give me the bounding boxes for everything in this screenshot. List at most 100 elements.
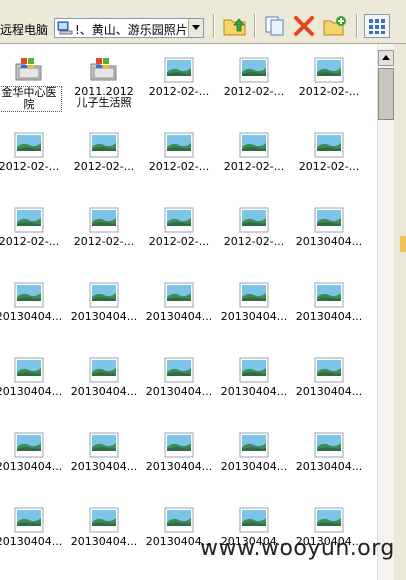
scroll-up-button[interactable] xyxy=(378,50,394,66)
file-label: 20130404... xyxy=(70,460,138,473)
file-label: 2012-02-... xyxy=(298,160,360,173)
image-file-icon xyxy=(89,507,119,533)
delete-button[interactable] xyxy=(291,14,317,38)
path-text: !、黄山、游乐园照片 xyxy=(75,23,187,37)
image-file-icon xyxy=(89,282,119,308)
image-file-item[interactable]: 20130404... xyxy=(294,431,364,473)
image-file-icon xyxy=(314,507,344,533)
image-file-item[interactable]: 20130404... xyxy=(0,431,64,473)
file-label: 20130404... xyxy=(0,460,63,473)
file-label: 2012-02-... xyxy=(73,160,135,173)
image-file-item[interactable]: 20130404... xyxy=(69,356,139,398)
image-file-icon xyxy=(239,357,269,383)
view-mode-button[interactable] xyxy=(364,14,390,38)
image-file-item[interactable]: 2012-02-... xyxy=(219,206,289,248)
image-file-icon xyxy=(14,132,44,158)
image-file-item[interactable]: 2012-02-... xyxy=(219,131,289,173)
image-file-item[interactable]: 2012-02-... xyxy=(219,56,289,98)
image-file-icon xyxy=(239,507,269,533)
chevron-up-icon xyxy=(382,55,390,60)
file-label: 20130404... xyxy=(145,310,213,323)
copy-button[interactable] xyxy=(262,14,288,38)
image-file-icon xyxy=(314,432,344,458)
dropdown-button[interactable] xyxy=(188,19,203,37)
image-file-icon xyxy=(239,207,269,233)
up-folder-icon xyxy=(223,18,246,36)
image-file-icon xyxy=(89,357,119,383)
image-file-item[interactable]: 20130404... xyxy=(219,356,289,398)
file-label: 20130404... xyxy=(0,310,63,323)
folder-item[interactable]: 金华中心医院 xyxy=(0,56,64,112)
file-label: 2012-02-... xyxy=(0,160,60,173)
image-file-icon xyxy=(164,132,194,158)
up-folder-button[interactable] xyxy=(222,14,248,38)
image-file-icon xyxy=(314,282,344,308)
scrollbar-thumb[interactable] xyxy=(378,68,394,120)
image-file-icon xyxy=(14,432,44,458)
image-file-item[interactable]: 20130404... xyxy=(69,431,139,473)
folder-item[interactable]: 2011.2012儿子生活照 xyxy=(69,56,139,108)
image-file-item[interactable]: 2012-02-... xyxy=(294,131,364,173)
folder-label: 金华中心医院 xyxy=(0,86,64,112)
file-label: 20130404... xyxy=(0,385,63,398)
new-folder-button[interactable] xyxy=(322,14,348,38)
file-label: 2012-02-... xyxy=(148,85,210,98)
image-file-icon xyxy=(164,57,194,83)
image-file-item[interactable]: 20130404... xyxy=(294,281,364,323)
file-label: 20130404... xyxy=(295,235,363,248)
file-label: 2012-02-... xyxy=(148,235,210,248)
image-file-icon xyxy=(89,207,119,233)
image-file-item[interactable]: 2012-02-... xyxy=(69,131,139,173)
file-label: 20130404... xyxy=(295,310,363,323)
file-label: 2012-02-... xyxy=(223,235,285,248)
file-label: 2012-02-... xyxy=(223,85,285,98)
image-file-icon xyxy=(164,432,194,458)
file-label: 20130404... xyxy=(145,460,213,473)
file-label: 20130404... xyxy=(0,535,63,548)
image-file-item[interactable]: 2012-02-... xyxy=(144,131,214,173)
file-label: 2012-02-... xyxy=(148,160,210,173)
folder-label: 2011.2012儿子生活照 xyxy=(74,85,134,109)
toolbar-separator xyxy=(213,14,215,38)
toolbar-separator xyxy=(254,14,256,38)
image-file-item[interactable]: 20130404... xyxy=(0,356,64,398)
image-file-icon xyxy=(314,132,344,158)
path-dropdown[interactable]: !、黄山、游乐园照片 xyxy=(54,18,204,38)
image-file-item[interactable]: 20130404... xyxy=(0,281,64,323)
image-file-item[interactable]: 2012-02-... xyxy=(144,206,214,248)
file-label: 20130404... xyxy=(70,310,138,323)
new-folder-icon xyxy=(323,16,346,36)
image-file-item[interactable]: 20130404... xyxy=(219,281,289,323)
file-label: 20130404... xyxy=(295,385,363,398)
vertical-scrollbar[interactable] xyxy=(377,44,394,580)
image-file-item[interactable]: 20130404... xyxy=(144,431,214,473)
view-mode-icon xyxy=(369,19,385,34)
image-file-item[interactable]: 20130404... xyxy=(219,431,289,473)
image-file-icon xyxy=(239,432,269,458)
image-file-item[interactable]: 2012-02-... xyxy=(69,206,139,248)
toolbar-separator xyxy=(356,14,358,38)
delete-icon xyxy=(294,16,314,36)
file-label: 2012-02-... xyxy=(0,235,60,248)
image-file-item[interactable]: 2012-02-... xyxy=(0,206,64,248)
file-label: 20130404... xyxy=(220,385,288,398)
selected-folder-label: 金华中心医院 xyxy=(0,86,62,112)
image-file-item[interactable]: 20130404... xyxy=(144,356,214,398)
image-file-icon xyxy=(239,57,269,83)
image-file-item[interactable]: 20130404... xyxy=(294,206,364,248)
location-label: 远程电脑 xyxy=(0,23,49,37)
image-file-item[interactable]: 20130404... xyxy=(69,506,139,548)
image-file-item[interactable]: 20130404... xyxy=(294,356,364,398)
image-file-icon xyxy=(239,132,269,158)
image-file-item[interactable]: 2012-02-... xyxy=(144,56,214,98)
network-folder-icon xyxy=(90,58,117,81)
file-label: 20130404... xyxy=(220,460,288,473)
image-file-item[interactable]: 2012-02-... xyxy=(0,131,64,173)
image-file-item[interactable]: 20130404... xyxy=(144,281,214,323)
file-list: 金华中心医院 2011.2012儿子生活照 2012-02-... 2012-02-.… xyxy=(0,44,377,580)
image-file-item[interactable]: 20130404... xyxy=(69,281,139,323)
image-file-item[interactable]: 2012-02-... xyxy=(294,56,364,98)
image-file-icon xyxy=(314,357,344,383)
image-file-icon xyxy=(14,507,44,533)
image-file-item[interactable]: 20130404... xyxy=(0,506,64,548)
